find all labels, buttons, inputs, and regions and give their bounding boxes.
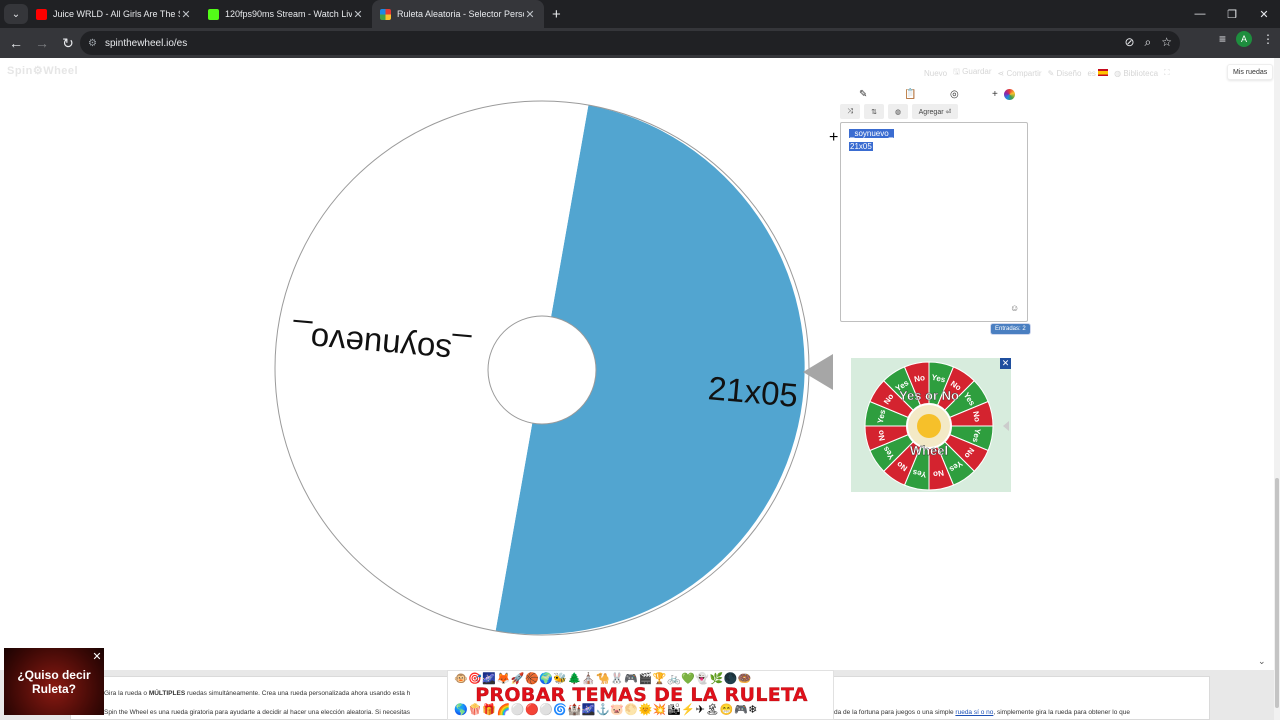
zoom-icon[interactable]: ⌕	[1145, 35, 1152, 50]
entries-count-badge: Entradas: 2	[990, 323, 1031, 335]
youtube-favicon-icon	[36, 8, 47, 20]
emoji-icon[interactable]: ☺	[1010, 303, 1019, 313]
menu-nuevo[interactable]: Nuevo	[924, 69, 947, 78]
close-window-icon[interactable]: ✕	[1248, 0, 1280, 28]
desc2-right-pre: da de la fortuna para juegos o una simpl…	[834, 709, 956, 716]
restore-icon[interactable]: ❐	[1216, 0, 1248, 28]
hide-eye-icon[interactable]: ◎	[950, 89, 959, 100]
rueda-si-no-link[interactable]: rueda sí o no	[955, 709, 993, 716]
description-line-2-right: da de la fortuna para juegos o una simpl…	[834, 709, 1130, 716]
tab-search-button[interactable]: ⌄	[4, 4, 28, 24]
wheel-favicon-icon	[380, 8, 391, 20]
menu-guardar-label: Guardar	[962, 67, 992, 76]
tab-strip: ⌄ Juice WRLD - All Girls Are The Sa ✕ 12…	[0, 0, 1280, 28]
menu-diseno[interactable]: ✎ Diseño	[1048, 69, 1082, 78]
entry-text: 21x05	[849, 142, 873, 151]
omnibox-actions: ⊘ ⌕ ☆	[1124, 35, 1172, 50]
menu-guardar[interactable]: 🖫 Guardar	[953, 66, 991, 80]
menu-language[interactable]: es	[1087, 68, 1109, 78]
new-tab-icon[interactable]: +	[552, 6, 561, 23]
quiso-line-1: ¿Quiso decir	[17, 668, 91, 682]
crosshair-cursor-icon: +	[829, 129, 839, 146]
spain-flag-icon	[1098, 68, 1109, 76]
language-label: es	[1087, 68, 1096, 78]
site-info-icon[interactable]: ⚙	[88, 38, 97, 49]
description-line-1: Gira la rueda o MÚLTIPLES ruedas simultá…	[104, 690, 410, 697]
editor-tools: ⤨ ⇅ ◍ Agregar ⏎	[840, 104, 958, 119]
emoji-row-bottom: 🌎🍿🎁🌈⚪🔴⚪🌀🏰🌌⚓🐷🌕🌞💥🏙⚡✈🏝😁🎮❄	[454, 704, 758, 716]
page-content: Spin⚙Wheel Nuevo 🖫 Guardar ⋖ Compartir ✎…	[0, 58, 1280, 720]
tab-title: Ruleta Aleatoria - Selector Perso	[397, 9, 524, 19]
tab-3-active[interactable]: Ruleta Aleatoria - Selector Perso ✕	[372, 0, 544, 28]
more-menu-icon[interactable]: ⋮	[1262, 32, 1274, 46]
tab-title: Juice WRLD - All Girls Are The Sa	[53, 9, 180, 19]
menu-biblioteca[interactable]: ◍ Biblioteca	[1114, 69, 1158, 78]
menu-compartir[interactable]: ⋖ Compartir	[998, 69, 1042, 78]
quiso-ad-close-icon[interactable]: ✕	[91, 650, 103, 663]
bookmark-star-icon[interactable]: ☆	[1161, 35, 1172, 50]
agregar-button[interactable]: Agregar ⏎	[912, 104, 958, 119]
browser-toolbar: ← → ↻ ⚙ spinthewheel.io/es ⊘ ⌕ ☆ ≡ A ⋮	[0, 28, 1280, 58]
ad-close-icon[interactable]: ✕	[1000, 358, 1011, 369]
kick-favicon-icon	[208, 8, 219, 20]
clipboard-icon[interactable]: 📋	[904, 89, 916, 100]
scroll-down-chevron-icon[interactable]: ⌄	[1258, 656, 1266, 667]
yesno-subtitle: Wheel	[910, 443, 948, 458]
quiso-decir-ruleta-ad[interactable]: ¿Quiso decir Ruleta?	[4, 648, 104, 715]
yes-no-wheel-graphic: YesNoYesNoYesNoYesNoYesNoYesNoYesNoYes No…	[864, 361, 1009, 491]
menu-compartir-label: Compartir	[1006, 68, 1042, 78]
address-bar[interactable]: ⚙ spinthewheel.io/es ⊘ ⌕ ☆	[80, 31, 1180, 55]
quiso-line-2: Ruleta?	[31, 682, 76, 696]
back-icon[interactable]: ←	[4, 31, 28, 55]
yes-no-wheel-ad[interactable]: Yes No Yes No Yes No Yes No Yes No Yes No Yes No Yes No…	[851, 358, 1011, 492]
minimize-icon[interactable]: —	[1184, 0, 1216, 28]
add-plus-icon[interactable]: +	[992, 89, 998, 100]
tab-title: 120fps90ms Stream - Watch Live	[225, 9, 352, 19]
desc1-post: ruedas simultáneamente. Crea una rueda p…	[185, 690, 411, 697]
tab-close-icon[interactable]: ✕	[524, 8, 536, 21]
color-wheel-icon[interactable]	[1004, 88, 1015, 100]
url-text: spinthewheel.io/es	[104, 37, 188, 49]
entry-line: 21x05	[849, 140, 1019, 153]
fullscreen-icon[interactable]: ⛶	[1164, 68, 1170, 78]
thinking-face-icon	[917, 414, 941, 438]
wheel-pointer-icon	[803, 354, 833, 390]
image-icon[interactable]: ◍	[888, 104, 908, 119]
scrollbar-thumb[interactable]	[1275, 478, 1279, 708]
yesno-title: Yes or No	[899, 388, 959, 403]
edit-pencil-icon[interactable]: ✎	[859, 89, 867, 100]
tracking-blocked-icon[interactable]: ⊘	[1124, 35, 1134, 50]
forward-icon[interactable]: →	[30, 31, 54, 55]
desc1-bold: MÚLTIPLES	[148, 690, 186, 697]
tab-1[interactable]: Juice WRLD - All Girls Are The Sa ✕	[28, 0, 200, 28]
tab-close-icon[interactable]: ✕	[352, 8, 364, 21]
window-controls: — ❐ ✕	[1184, 0, 1280, 28]
editor-icon-bar: ✎ 📋 ◎ +	[840, 86, 1028, 102]
shuffle-icon[interactable]: ⤨	[840, 104, 860, 119]
site-logo[interactable]: Spin⚙Wheel	[7, 64, 78, 77]
entry-text: _soynuevo_	[849, 129, 895, 138]
description-line-2: Spin the Wheel es una rueda giratoria pa…	[104, 709, 410, 716]
probar-temas-ad[interactable]: 🐵🎯🌌🦊🚀🏀🌍🐝🌲⛪🐪🐰🎮🎬🏆🚲💚👻🌿🌑🍩 PROBAR TEMAS DE LA…	[447, 670, 834, 720]
wheel-center-hub[interactable]	[487, 315, 597, 425]
spin-wheel[interactable]: _soynuevo_ 21x05	[274, 100, 810, 636]
desc1-pre: Gira la rueda o	[104, 690, 149, 697]
top-menu: Nuevo 🖫 Guardar ⋖ Compartir ✎ Diseño es …	[924, 66, 1170, 80]
tab-close-icon[interactable]: ✕	[180, 8, 192, 21]
entry-line: _soynuevo_	[849, 127, 1019, 140]
desc2-right-post: , simplemente gira la rueda para obtener…	[993, 709, 1130, 716]
menu-diseno-label: Diseño	[1056, 68, 1082, 78]
yesno-pointer-icon	[1003, 421, 1009, 431]
menu-biblioteca-label: Biblioteca	[1123, 68, 1159, 78]
tab-2[interactable]: 120fps90ms Stream - Watch Live ✕	[200, 0, 372, 28]
desc2-pre: Spin the Wheel es una rueda giratoria pa…	[104, 709, 411, 716]
mis-ruedas-button[interactable]: Mis ruedas	[1227, 64, 1274, 80]
media-queue-icon[interactable]: ≡	[1219, 32, 1226, 46]
wheel-label-21x05: 21x05	[707, 369, 800, 414]
sort-icon[interactable]: ⇅	[864, 104, 884, 119]
toolbar-right: ≡ A ⋮	[1219, 31, 1274, 47]
profile-avatar[interactable]: A	[1236, 31, 1252, 47]
reload-icon[interactable]: ↻	[56, 31, 80, 55]
entries-textarea[interactable]: _soynuevo_ 21x05	[840, 122, 1028, 322]
